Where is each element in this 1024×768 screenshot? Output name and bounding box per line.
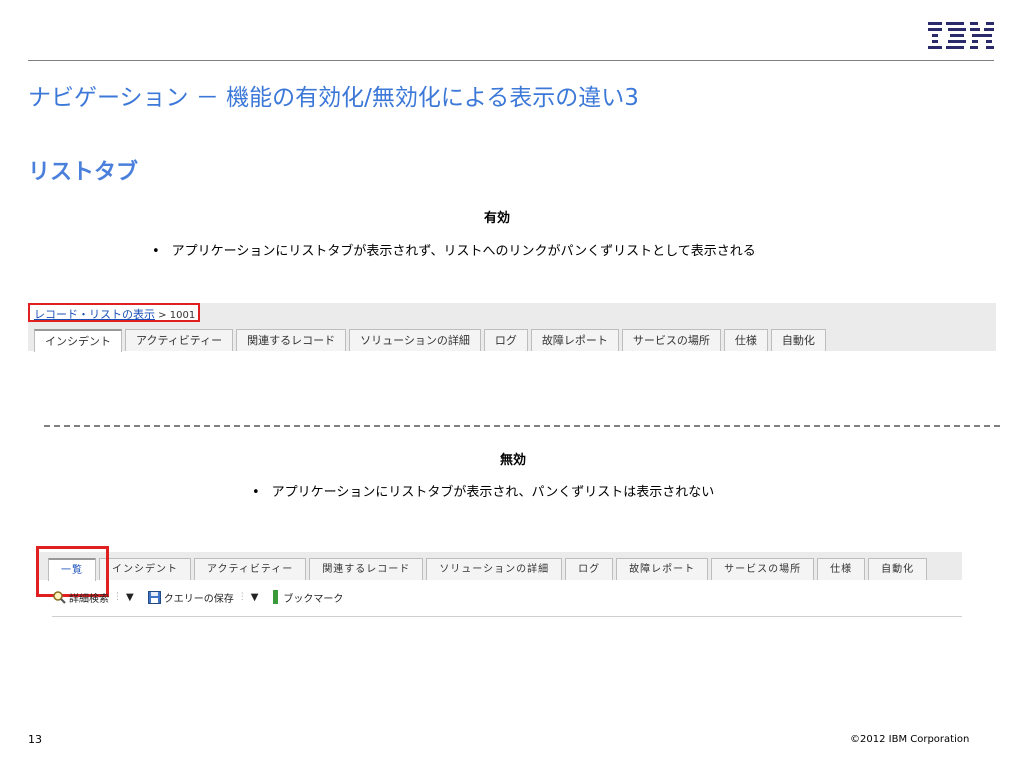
tab-automation[interactable]: 自動化 bbox=[868, 558, 928, 580]
tab-automation[interactable]: 自動化 bbox=[770, 329, 826, 351]
breadcrumb: レコード・リストの表示 > 1001 bbox=[28, 303, 200, 322]
tab-service-address[interactable]: サービスの場所 bbox=[621, 329, 721, 351]
slide-title: ナビゲーション － 機能の有効化/無効化による表示の違い3 bbox=[28, 85, 639, 111]
ibm-logo bbox=[928, 22, 994, 49]
header-rule bbox=[28, 60, 994, 61]
enabled-bullet: • アプリケーションにリストタブが表示されず、リストへのリンクがパンくずリストとし… bbox=[152, 240, 756, 259]
tab-solution-details[interactable]: ソリューションの詳細 bbox=[426, 558, 563, 580]
tab-strip: インシデント アクティビティー 関連するレコード ソリューションの詳細 ログ 故… bbox=[34, 329, 829, 352]
floppy-disk-icon bbox=[147, 590, 161, 604]
enabled-bullet-text: アプリケーションにリストタブが表示されず、リストへのリンクがパンくずリストとして… bbox=[171, 244, 756, 259]
dropdown-arrow-icon[interactable]: ▼ bbox=[126, 592, 134, 603]
section-divider bbox=[44, 425, 1000, 427]
copyright: ©2012 IBM Corporation bbox=[850, 734, 970, 745]
tab-strip: 一覧 インシデント アクティビティー 関連するレコード ソリューションの詳細 ロ… bbox=[38, 552, 962, 581]
tab-related-records[interactable]: 関連するレコード bbox=[309, 558, 424, 580]
toolbar-rule bbox=[52, 616, 962, 617]
tab-service-address[interactable]: サービスの場所 bbox=[711, 558, 815, 580]
list-toolbar: 詳細検索 ⋮ ▼ クエリーの保存 ⋮ ▼ ブックマーク bbox=[52, 588, 357, 606]
bullet-dot: • bbox=[152, 244, 160, 259]
magnifier-icon bbox=[53, 591, 66, 604]
separator-icon: ⋮ bbox=[237, 592, 247, 602]
enabled-heading: 有効 bbox=[483, 211, 510, 226]
disabled-heading: 無効 bbox=[499, 453, 526, 468]
dropdown-arrow-icon[interactable]: ▼ bbox=[251, 592, 259, 603]
bookmarks-label: ブックマーク bbox=[283, 593, 344, 605]
bookmarks-button[interactable]: ブックマーク bbox=[272, 590, 343, 605]
bookmark-icon bbox=[273, 590, 279, 604]
tab-failure-reporting[interactable]: 故障レポート bbox=[530, 329, 619, 351]
tab-related-records[interactable]: 関連するレコード bbox=[236, 329, 347, 351]
breadcrumb-record: > 1001 bbox=[155, 310, 196, 321]
tab-log[interactable]: ログ bbox=[483, 329, 528, 351]
advanced-search-button[interactable]: 詳細検索 ⋮ ▼ bbox=[52, 590, 134, 605]
advanced-search-label: 詳細検索 bbox=[69, 593, 109, 605]
tab-specifications[interactable]: 仕様 bbox=[817, 558, 866, 580]
disabled-bullet-text: アプリケーションにリストタブが表示され、パンくずリストは表示されない bbox=[271, 485, 715, 500]
bullet-dot: • bbox=[252, 485, 260, 500]
tab-specifications[interactable]: 仕様 bbox=[723, 329, 768, 351]
tab-activities[interactable]: アクティビティー bbox=[194, 558, 307, 580]
tab-failure-reporting[interactable]: 故障レポート bbox=[616, 558, 709, 580]
breadcrumb-link[interactable]: レコード・リストの表示 bbox=[34, 308, 155, 321]
disabled-screenshot: 一覧 インシデント アクティビティー 関連するレコード ソリューションの詳細 ロ… bbox=[36, 546, 962, 620]
tab-solution-details[interactable]: ソリューションの詳細 bbox=[349, 329, 481, 351]
disabled-bullet: • アプリケーションにリストタブが表示され、パンくずリストは表示されない bbox=[252, 481, 714, 500]
tab-log[interactable]: ログ bbox=[565, 558, 614, 580]
enabled-screenshot: レコード・リストの表示 > 1001 インシデント アクティビティー 関連するレ… bbox=[28, 303, 996, 352]
section-subtitle: リストタブ bbox=[28, 160, 139, 185]
tab-incident[interactable]: インシデント bbox=[34, 329, 122, 352]
save-query-button[interactable]: クエリーの保存 ⋮ ▼ bbox=[147, 590, 259, 605]
tab-activities[interactable]: アクティビティー bbox=[125, 329, 234, 351]
save-query-label: クエリーの保存 bbox=[163, 593, 234, 605]
separator-icon: ⋮ bbox=[113, 592, 122, 602]
page-number: 13 bbox=[28, 733, 42, 746]
tab-incident[interactable]: インシデント bbox=[99, 558, 191, 580]
